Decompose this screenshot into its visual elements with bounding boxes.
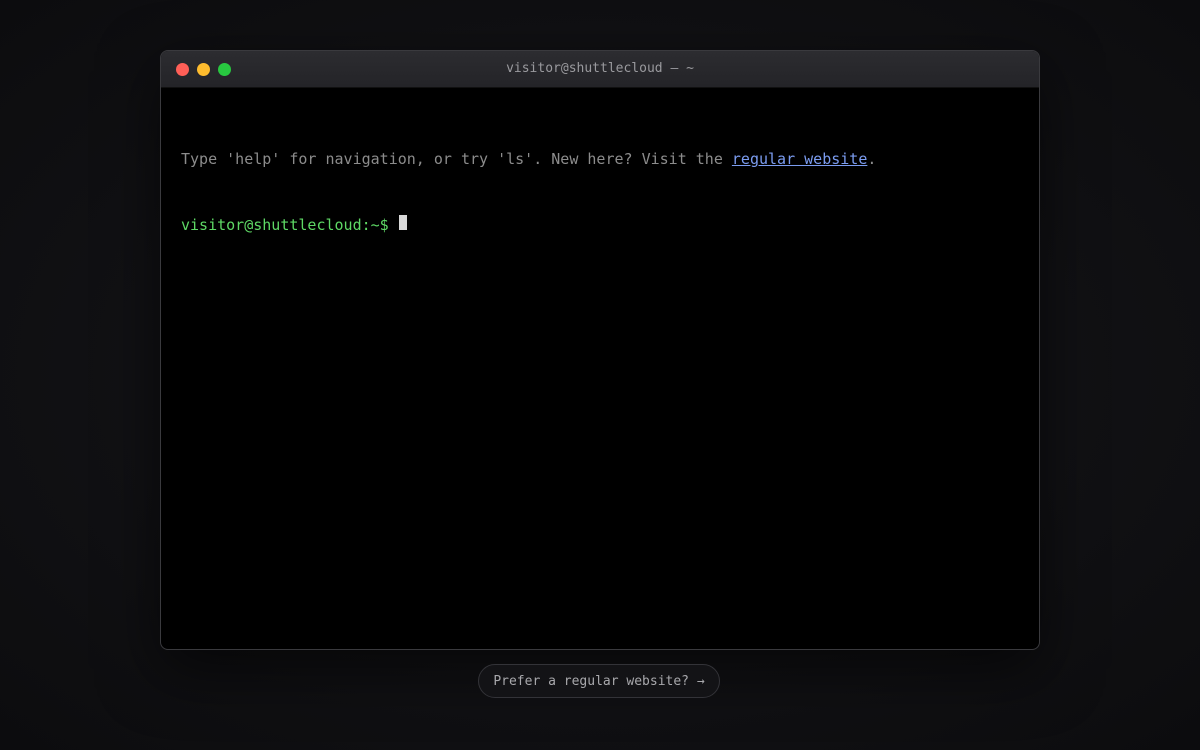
title-bar: visitor@shuttlecloud — ~ <box>161 51 1039 88</box>
regular-website-link[interactable]: regular website <box>732 150 867 168</box>
help-text-end: . <box>867 150 877 168</box>
help-message: Type 'help' for navigation, or try 'ls'.… <box>181 150 876 168</box>
minimize-window-button[interactable] <box>197 62 210 76</box>
prompt-line[interactable]: visitor@shuttlecloud:~$ <box>181 214 407 234</box>
shell-prompt: visitor@shuttlecloud:~$ <box>181 216 389 234</box>
window-controls <box>176 62 231 76</box>
window-title: visitor@shuttlecloud — ~ <box>506 61 694 76</box>
help-text: Type 'help' for navigation, or try 'ls'.… <box>181 150 732 168</box>
close-window-button[interactable] <box>176 62 189 76</box>
terminal-window: visitor@shuttlecloud — ~ Type 'help' for… <box>160 50 1040 650</box>
zoom-window-button[interactable] <box>218 62 231 76</box>
regular-website-button[interactable]: Prefer a regular website? → <box>478 664 720 698</box>
text-cursor <box>398 214 407 230</box>
